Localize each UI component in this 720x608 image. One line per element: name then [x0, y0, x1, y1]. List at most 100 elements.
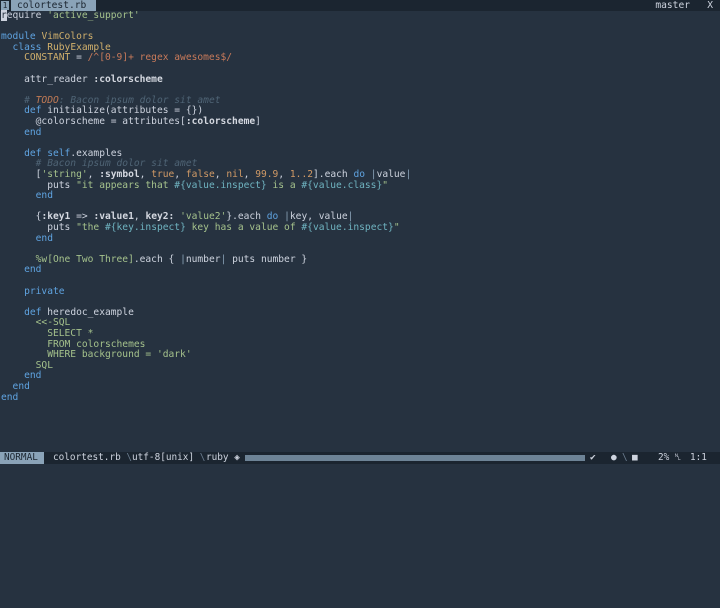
- mode-indicator: NORMAL: [0, 452, 44, 464]
- code-token: :key1: [41, 211, 71, 223]
- code-token: end: [1, 126, 42, 138]
- code-token: }.each: [226, 211, 267, 223]
- code-token: #{value.class}: [301, 179, 383, 191]
- code-token: class: [1, 41, 48, 53]
- code-token: heredoc_example: [47, 306, 134, 318]
- code-token: key, value: [289, 211, 348, 223]
- code-token: end: [1, 381, 30, 392]
- code-token: end: [1, 391, 19, 403]
- code-token: value: [376, 169, 406, 180]
- code-token: %w[: [1, 253, 53, 265]
- code-token: |: [347, 211, 354, 223]
- code-token: |: [365, 169, 377, 180]
- code-token: ,: [174, 169, 186, 180]
- code-line[interactable]: end: [1, 190, 53, 202]
- code-token: "it appears that: [76, 179, 175, 191]
- code-token: "the: [76, 222, 105, 233]
- code-token: =>: [70, 211, 94, 223]
- code-token: ,: [139, 169, 152, 180]
- code-token: ,: [214, 169, 227, 180]
- code-token: end: [1, 264, 42, 276]
- code-token: #{value.inspect}: [301, 222, 394, 233]
- code-token: .examples: [70, 147, 123, 159]
- status-fill-bar: [245, 455, 585, 461]
- code-token: ,: [278, 169, 290, 180]
- status-separator: \: [199, 452, 206, 463]
- code-token: initialize(attributes = {}): [47, 105, 204, 117]
- code-token: ].each: [313, 169, 354, 180]
- code-token: number: [185, 253, 221, 265]
- code-token: 'string': [41, 169, 88, 180]
- code-line[interactable]: private: [1, 285, 65, 298]
- code-token: nil: [226, 169, 244, 180]
- command-line[interactable]: [0, 464, 720, 480]
- status-encoding: utf-8[unix] \: [132, 452, 205, 464]
- code-token: end: [1, 190, 53, 202]
- status-line: NORMAL colortest.rb \ utf-8[unix] \ ruby…: [0, 452, 720, 464]
- code-token: is a: [266, 179, 302, 191]
- code-token: SQL: [1, 359, 53, 371]
- code-token: do: [353, 169, 366, 180]
- code-token: |: [278, 211, 290, 223]
- code-token: #: [1, 94, 36, 106]
- code-token: module: [1, 31, 42, 43]
- code-token: :colorscheme: [185, 116, 256, 127]
- code-token: do: [266, 211, 279, 223]
- code-line[interactable]: attr_reader :colorscheme: [1, 73, 163, 86]
- code-line[interactable]: CONSTANT = /^[0-9]+ regex awesomes$/: [1, 53, 232, 64]
- code-token: {: [1, 211, 42, 223]
- code-token: key has a value of: [185, 222, 302, 233]
- code-token: SELECT *: [1, 328, 94, 339]
- code-token: VimColors: [41, 31, 94, 43]
- status-filetype-text: ruby: [206, 452, 229, 463]
- code-editor[interactable]: require 'active_support'module VimColors…: [0, 10, 720, 452]
- code-token: def: [1, 306, 48, 318]
- code-token: RubyExample: [47, 41, 111, 53]
- check-icon: ✔: [590, 452, 596, 463]
- code-token: FROM colorschemes: [1, 338, 146, 350]
- code-line[interactable]: end: [1, 265, 41, 276]
- tab-number[interactable]: 1: [1, 1, 9, 10]
- code-token: ": [393, 222, 400, 233]
- code-line[interactable]: end: [1, 232, 53, 245]
- code-token: ,: [133, 211, 146, 223]
- code-token: ,: [87, 169, 100, 180]
- code-token: /^[0-9]+ regex awesomes$/: [87, 52, 233, 64]
- code-token: end: [1, 232, 53, 244]
- code-token: puts number }: [226, 253, 308, 265]
- code-token: equire: [6, 10, 48, 21]
- code-token: :colorscheme: [93, 73, 163, 85]
- code-line[interactable]: %w[One Two Three].each { |number| puts n…: [1, 253, 308, 266]
- code-token: puts: [1, 222, 77, 233]
- code-token: WHERE background = 'dark': [1, 349, 192, 361]
- code-line[interactable]: puts "it appears that #{value.inspect} i…: [1, 179, 389, 192]
- line-number-icon: ␤: [674, 452, 682, 463]
- code-token: 1..2: [289, 169, 314, 180]
- code-token: ": [382, 179, 389, 191]
- code-line[interactable]: puts "the #{key.inspect} key has a value…: [1, 222, 400, 234]
- code-token: :value1: [93, 211, 134, 223]
- code-token: attr_reader: [1, 73, 94, 85]
- code-token: TODO: [35, 94, 59, 106]
- code-token: =: [70, 52, 88, 64]
- code-token: : Bacon ipsum dolor sit amet: [58, 94, 221, 106]
- code-token: def: [1, 105, 48, 117]
- ruby-icon: ◈: [234, 452, 240, 463]
- status-encoding-text: utf-8[unix]: [132, 452, 195, 463]
- code-line[interactable]: require 'active_support': [1, 10, 140, 22]
- code-token: private: [1, 285, 65, 297]
- code-token: |: [405, 169, 412, 180]
- code-token: end: [1, 370, 42, 382]
- code-token: ]: [255, 116, 261, 127]
- code-token: One Two Three: [52, 253, 129, 265]
- code-token: true: [151, 169, 175, 180]
- code-token: <<-SQL: [1, 317, 71, 329]
- code-token: #{value.inspect}: [174, 179, 267, 191]
- code-token: @colorscheme = attributes[: [1, 116, 186, 127]
- status-filename: colortest.rb \: [53, 452, 132, 464]
- code-line[interactable]: end: [1, 126, 42, 139]
- code-token: CONSTANT: [1, 52, 71, 64]
- code-line[interactable]: end: [1, 391, 19, 404]
- code-token: self: [47, 147, 71, 159]
- code-token: key2:: [145, 211, 175, 223]
